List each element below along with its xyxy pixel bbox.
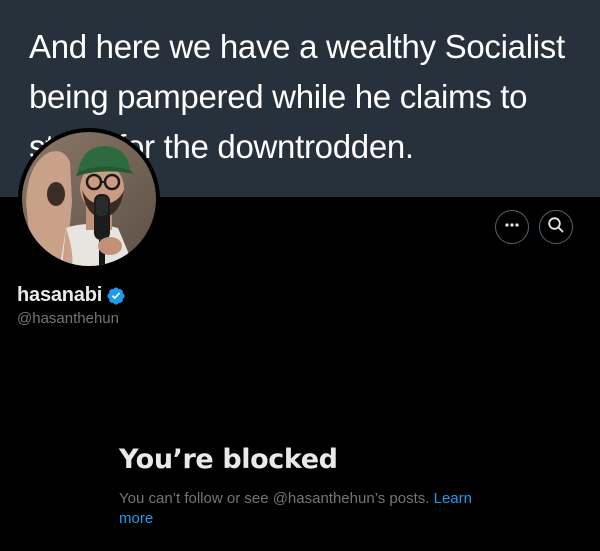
display-name: hasanabi bbox=[17, 284, 103, 306]
blocked-description: You can’t follow or see @hasanthehun’s p… bbox=[119, 489, 499, 529]
more-button[interactable] bbox=[495, 210, 529, 244]
blocked-title: You’re blocked bbox=[119, 444, 338, 475]
avatar[interactable] bbox=[18, 128, 160, 270]
search-button[interactable] bbox=[539, 210, 573, 244]
avatar-image bbox=[22, 132, 156, 266]
profile-handle: @hasanthehun bbox=[17, 310, 119, 327]
blocked-description-text: You can’t follow or see @hasanthehun’s p… bbox=[119, 490, 430, 507]
verified-badge-icon[interactable] bbox=[106, 286, 126, 306]
profile-name-row: hasanabi bbox=[17, 284, 126, 307]
more-icon bbox=[503, 216, 521, 239]
search-icon bbox=[547, 216, 565, 239]
